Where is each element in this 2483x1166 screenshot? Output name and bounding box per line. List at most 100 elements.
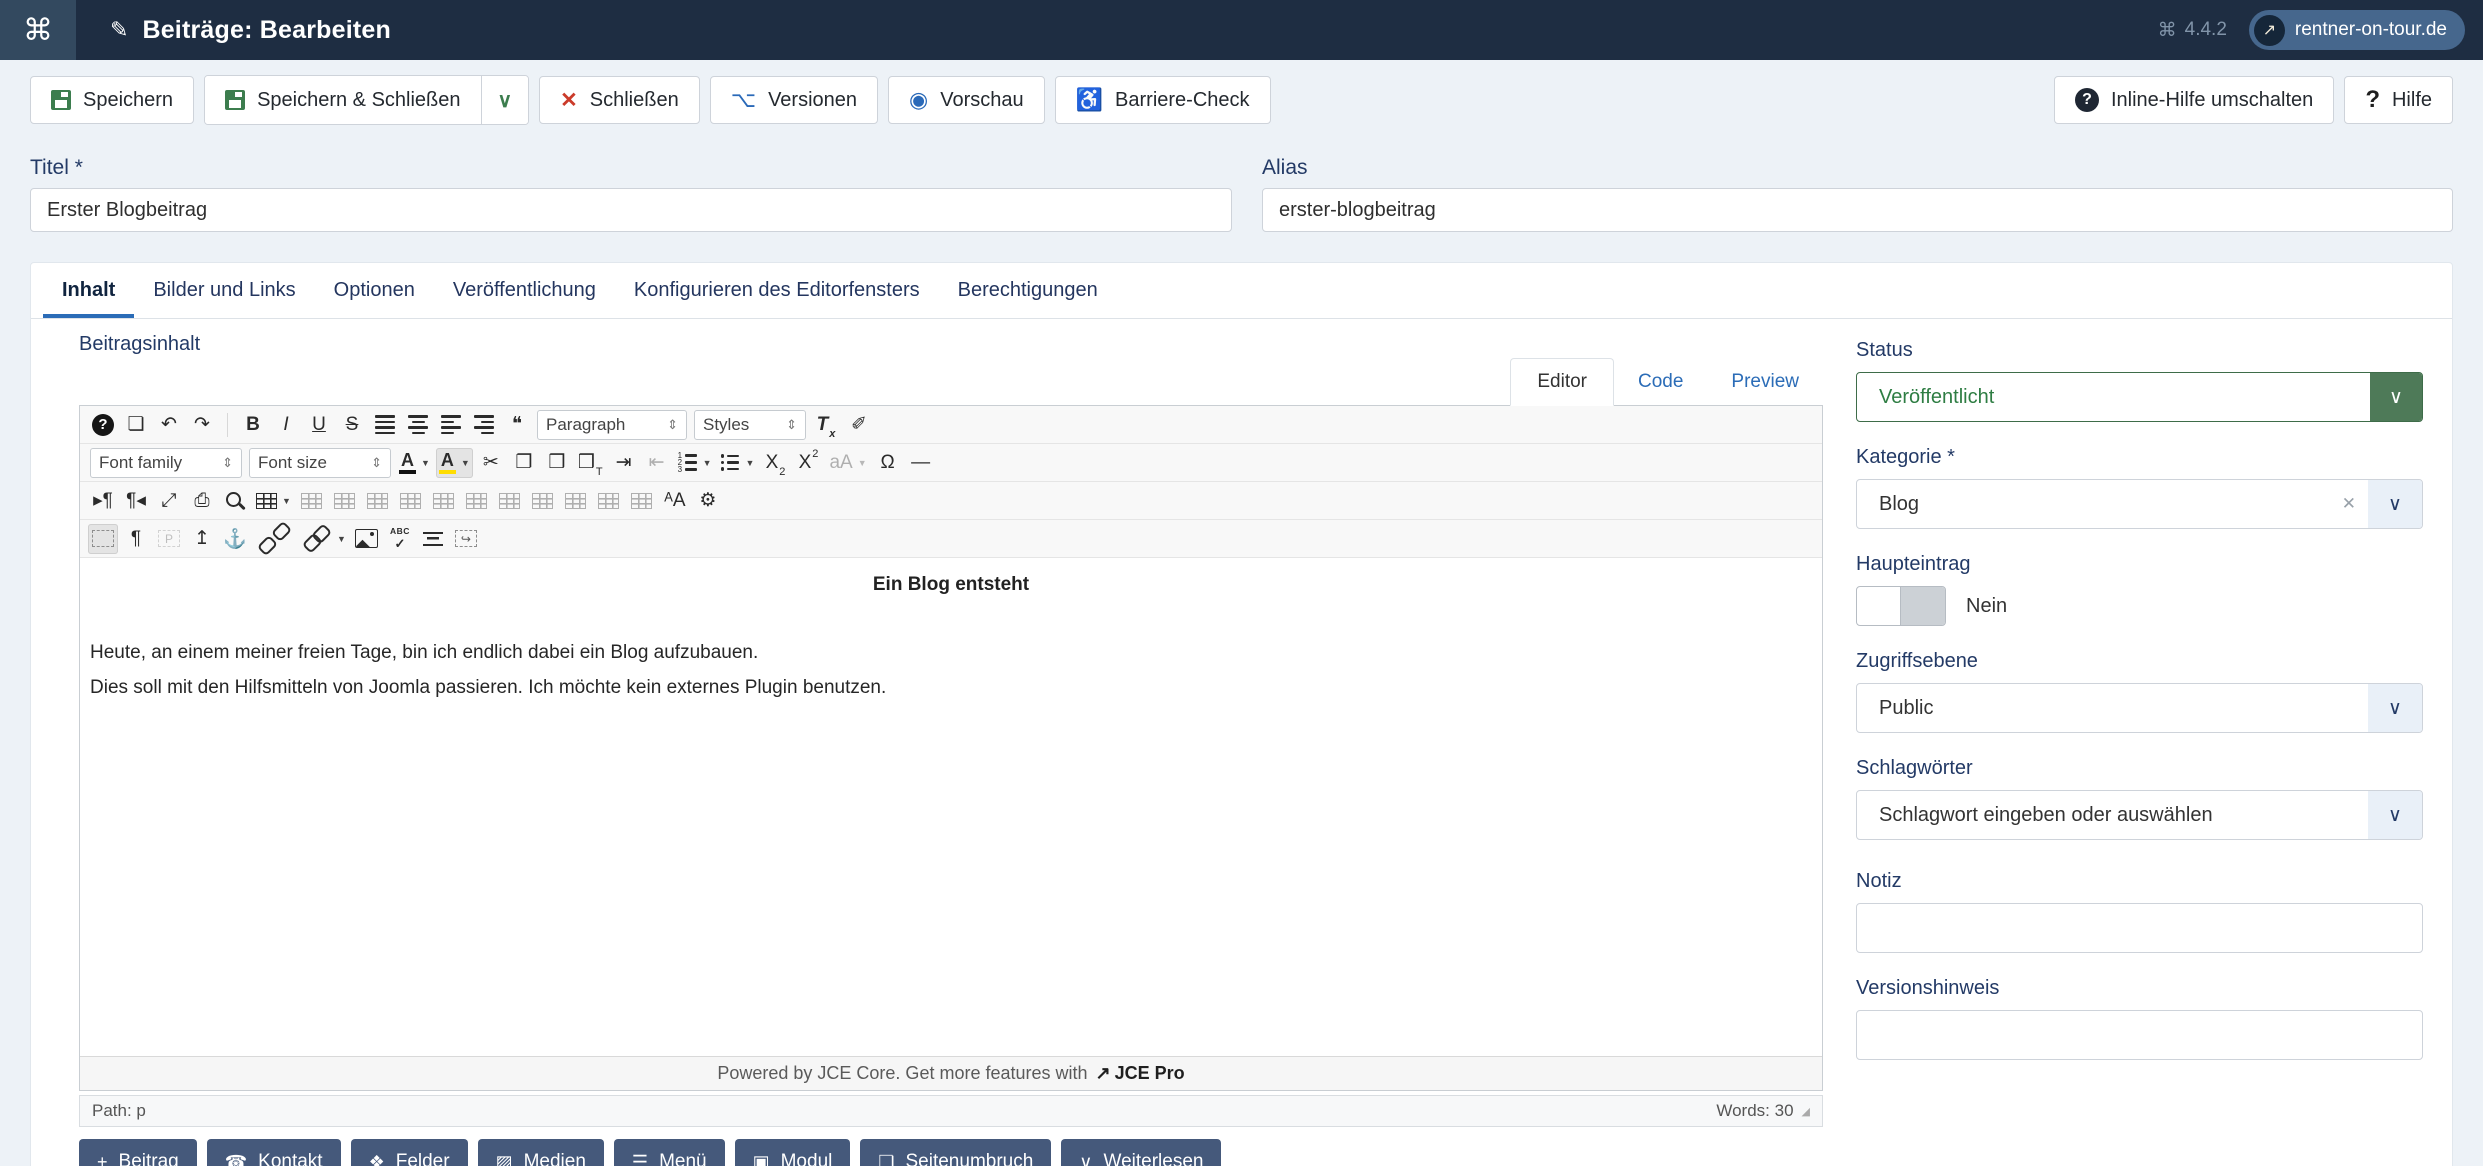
medien-button[interactable]: ▨Medien — [478, 1139, 604, 1166]
editor-mode-tab-code[interactable]: Code — [1614, 359, 1707, 405]
editor-preferences-icon[interactable]: ⚙ — [693, 486, 723, 516]
styles-select[interactable]: Styles⇕ — [692, 410, 808, 440]
insert-row-below-icon[interactable] — [429, 486, 459, 516]
editor-mode-tab-preview[interactable]: Preview — [1707, 359, 1823, 405]
editor-content-area[interactable]: Ein Blog entsteht Heute, an einem meiner… — [80, 558, 1822, 1056]
status-select[interactable]: Veröffentlicht ∨ — [1856, 372, 2423, 422]
insert-column-after-icon[interactable] — [528, 486, 558, 516]
help-button[interactable]: ? Hilfe — [2344, 76, 2453, 124]
unlink-icon[interactable] — [253, 524, 296, 554]
tab-optionen[interactable]: Optionen — [315, 263, 434, 318]
version-note-input[interactable] — [1856, 1010, 2423, 1060]
pagebreak-icon[interactable] — [418, 524, 448, 554]
link-icon[interactable]: ▼ — [299, 524, 349, 554]
clear-selection-icon[interactable]: ✕ — [2342, 480, 2356, 528]
table-cell-properties-icon[interactable] — [363, 486, 393, 516]
text-color-icon[interactable]: A▼ — [396, 448, 433, 478]
fullscreen-icon[interactable]: ⤢ — [154, 486, 184, 516]
font-family-select[interactable]: Font family⇕ — [88, 448, 244, 478]
copy-icon[interactable]: ❐ — [509, 448, 539, 478]
menü-button[interactable]: ☰Menü — [614, 1139, 725, 1166]
delete-row-icon[interactable] — [462, 486, 492, 516]
visual-characters-icon[interactable]: ᴬA — [660, 486, 690, 516]
cleanup-icon[interactable]: ✐ — [844, 410, 874, 440]
versions-button[interactable]: ⌥ Versionen — [710, 76, 878, 124]
align-center-icon[interactable] — [403, 410, 433, 440]
tab-konfigurieren-des-editorfensters[interactable]: Konfigurieren des Editorfensters — [615, 263, 939, 318]
clear-formatting-icon[interactable]: Tx — [811, 410, 841, 440]
font-size-select[interactable]: Font size⇕ — [247, 448, 393, 478]
indent-icon[interactable]: ⇥ — [609, 448, 639, 478]
site-preview-button[interactable]: ↗ rentner-on-tour.de — [2249, 10, 2465, 50]
split-cells-icon[interactable] — [627, 486, 657, 516]
outdent-icon[interactable]: ⇤ — [642, 448, 672, 478]
align-justify-icon[interactable] — [370, 410, 400, 440]
resize-handle[interactable]: ◢ — [1802, 1105, 1810, 1118]
kontakt-button[interactable]: ☎Kontakt — [207, 1139, 341, 1166]
save-button[interactable]: Speichern — [30, 76, 194, 124]
horizontal-rule-icon[interactable]: — — [906, 448, 936, 478]
table-icon[interactable]: ▼ — [253, 486, 294, 516]
beitrag-button[interactable]: +Beitrag — [79, 1139, 197, 1166]
show-paragraphs-icon[interactable]: P — [154, 524, 184, 554]
format-select[interactable]: Paragraph⇕ — [535, 410, 689, 440]
superscript-icon[interactable]: X2 — [793, 448, 823, 478]
align-right-icon[interactable] — [469, 410, 499, 440]
undo-icon[interactable]: ↶ — [154, 410, 184, 440]
save-options-dropdown-button[interactable]: ∨ — [481, 76, 529, 124]
access-select[interactable]: Public ∨ — [1856, 683, 2423, 733]
modul-button[interactable]: ▣Modul — [735, 1139, 851, 1166]
delete-table-icon[interactable] — [297, 486, 327, 516]
align-left-icon[interactable] — [436, 410, 466, 440]
inline-help-toggle-button[interactable]: ? Inline-Hilfe umschalten — [2054, 76, 2334, 124]
readmore-icon[interactable]: ↪ — [451, 524, 481, 554]
image-icon[interactable] — [352, 524, 382, 554]
tab-veröffentlichung[interactable]: Veröffentlichung — [434, 263, 615, 318]
close-button[interactable]: ✕ Schließen — [539, 76, 700, 124]
alias-input[interactable] — [1262, 188, 2453, 232]
insert-column-before-icon[interactable] — [495, 486, 525, 516]
category-select[interactable]: Blog ✕ ∨ — [1856, 479, 2423, 529]
redo-icon[interactable]: ↷ — [187, 410, 217, 440]
case-change-icon[interactable]: aA▼ — [826, 448, 869, 478]
save-close-button[interactable]: Speichern & Schließen — [205, 76, 480, 124]
felder-button[interactable]: ❖Felder — [351, 1139, 468, 1166]
visual-aid-icon[interactable] — [88, 524, 118, 554]
subscript-icon[interactable]: X2 — [760, 448, 790, 478]
jce-pro-link[interactable]: ↗JCE Pro — [1096, 1063, 1185, 1084]
featured-toggle[interactable] — [1856, 586, 1946, 626]
tags-select[interactable]: Schlagwort eingeben oder auswählen ∨ — [1856, 790, 2423, 840]
insert-row-above-icon[interactable] — [396, 486, 426, 516]
tab-bilder-und-links[interactable]: Bilder und Links — [134, 263, 314, 318]
spellcheck-icon[interactable]: ABC✓ — [385, 524, 415, 554]
ordered-list-icon[interactable]: 123▼ — [675, 448, 715, 478]
show-blocks-icon[interactable]: ¶ — [121, 524, 151, 554]
anchor-icon[interactable]: ⚓ — [220, 524, 250, 554]
upload-icon[interactable]: ↥ — [187, 524, 217, 554]
blockquote-icon[interactable]: ❝ — [502, 410, 532, 440]
highlight-color-icon[interactable]: A▼ — [436, 448, 473, 478]
note-input[interactable] — [1856, 903, 2423, 953]
accessibility-check-button[interactable]: ♿ Barriere-Check — [1055, 76, 1271, 124]
table-row-properties-icon[interactable] — [330, 486, 360, 516]
tab-inhalt[interactable]: Inhalt — [43, 263, 134, 318]
help-icon[interactable]: ? — [88, 410, 118, 440]
rtl-paragraph-icon[interactable]: ¶◂ — [121, 486, 151, 516]
title-input[interactable] — [30, 188, 1232, 232]
weiterlesen-button[interactable]: ∨Weiterlesen — [1061, 1139, 1221, 1166]
new-document-icon[interactable]: ❏ — [121, 410, 151, 440]
ltr-paragraph-icon[interactable]: ▸¶ — [88, 486, 118, 516]
cut-icon[interactable]: ✂ — [476, 448, 506, 478]
print-icon[interactable]: ⎙ — [187, 486, 217, 516]
underline-icon[interactable]: U — [304, 410, 334, 440]
strikethrough-icon[interactable]: S — [337, 410, 367, 440]
delete-column-icon[interactable] — [561, 486, 591, 516]
special-character-icon[interactable]: Ω — [873, 448, 903, 478]
preview-button[interactable]: ◉ Vorschau — [888, 76, 1045, 124]
bullet-list-icon[interactable]: ▼ — [718, 448, 758, 478]
merge-cells-icon[interactable] — [594, 486, 624, 516]
joomla-logo[interactable]: ⌘ — [0, 0, 76, 60]
tab-berechtigungen[interactable]: Berechtigungen — [939, 263, 1117, 318]
bold-icon[interactable]: B — [238, 410, 268, 440]
seitenumbruch-button[interactable]: ❏Seitenumbruch — [860, 1139, 1051, 1166]
